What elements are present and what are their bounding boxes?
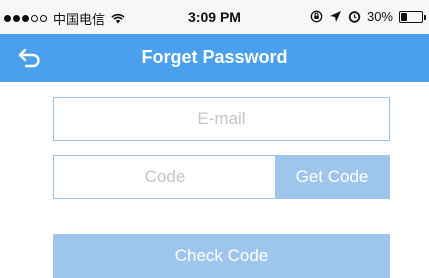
rotation-lock-icon (310, 10, 323, 23)
battery-percent: 30% (366, 9, 393, 24)
status-bar: 中国电信 3:09 PM 30% (0, 0, 429, 34)
forget-password-screen: 中国电信 3:09 PM 30% Forget Password E-mail … (0, 0, 429, 278)
code-input[interactable] (54, 156, 276, 198)
alarm-icon (348, 11, 361, 23)
battery-icon (399, 10, 426, 23)
email-input[interactable] (54, 98, 389, 140)
email-field (53, 97, 390, 141)
check-code-button[interactable]: Check Code (53, 234, 390, 278)
page-title: Forget Password (141, 47, 288, 67)
code-field (54, 156, 276, 198)
battery-fill (401, 12, 407, 21)
navigation-bar: Forget Password (0, 34, 429, 82)
location-arrow-icon (329, 11, 341, 22)
status-right: 30% (310, 9, 426, 24)
get-code-button[interactable]: Get Code (275, 156, 389, 198)
code-row: Get Code (53, 155, 390, 199)
